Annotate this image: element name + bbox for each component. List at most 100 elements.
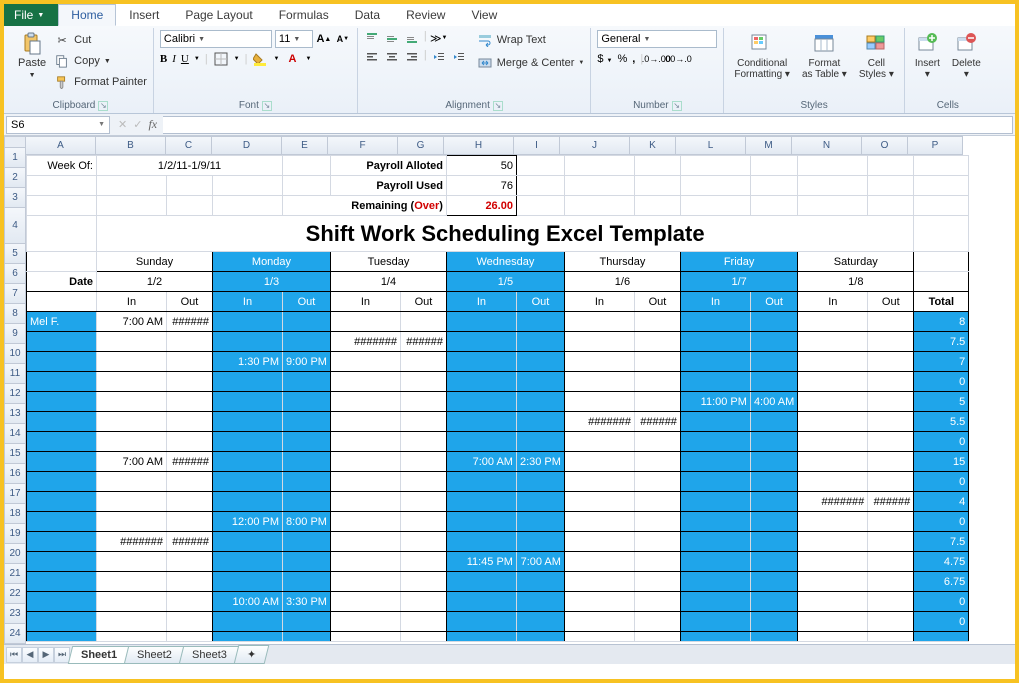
cell[interactable] bbox=[446, 532, 516, 552]
cell[interactable] bbox=[680, 532, 750, 552]
cell[interactable] bbox=[798, 372, 868, 392]
cell[interactable]: ###### bbox=[167, 452, 213, 472]
cell[interactable] bbox=[97, 196, 167, 216]
cell[interactable] bbox=[213, 432, 283, 452]
cell[interactable]: 1/7 bbox=[680, 272, 797, 292]
cell[interactable] bbox=[868, 432, 914, 452]
cell[interactable] bbox=[283, 432, 331, 452]
cell[interactable] bbox=[914, 196, 969, 216]
cell[interactable]: 0 bbox=[914, 472, 969, 492]
cell[interactable]: 7.5 bbox=[914, 532, 969, 552]
cell[interactable] bbox=[283, 156, 331, 176]
cell[interactable] bbox=[750, 412, 797, 432]
cell[interactable] bbox=[680, 492, 750, 512]
tab-formulas[interactable]: Formulas bbox=[266, 4, 342, 26]
cell[interactable]: Payroll Used bbox=[330, 176, 446, 196]
cell[interactable] bbox=[634, 572, 680, 592]
row-header-3[interactable]: 3 bbox=[4, 188, 26, 208]
cell[interactable]: Monday bbox=[213, 252, 331, 272]
cell[interactable] bbox=[400, 372, 446, 392]
cell[interactable] bbox=[634, 552, 680, 572]
cell[interactable] bbox=[564, 532, 634, 552]
cell[interactable] bbox=[750, 632, 797, 642]
cell[interactable]: ###### bbox=[400, 332, 446, 352]
cell[interactable] bbox=[750, 312, 797, 332]
align-top-icon[interactable] bbox=[364, 30, 380, 46]
delete-cells-button[interactable]: Delete▾ bbox=[948, 30, 985, 82]
cell[interactable] bbox=[564, 572, 634, 592]
cell[interactable]: ####### bbox=[97, 532, 167, 552]
cell[interactable]: 1/3 bbox=[213, 272, 331, 292]
cell[interactable] bbox=[97, 352, 167, 372]
cell[interactable]: 0 bbox=[914, 612, 969, 632]
cell[interactable] bbox=[27, 412, 97, 432]
cell[interactable] bbox=[634, 492, 680, 512]
col-header-H[interactable]: H bbox=[444, 136, 514, 155]
cell[interactable] bbox=[798, 572, 868, 592]
row-header-4[interactable]: 4 bbox=[4, 208, 26, 244]
dialog-launcher-icon[interactable]: ↘ bbox=[262, 101, 272, 111]
cell[interactable] bbox=[564, 552, 634, 572]
cell[interactable] bbox=[446, 372, 516, 392]
cell[interactable] bbox=[213, 472, 283, 492]
cell[interactable] bbox=[516, 532, 564, 552]
cell[interactable] bbox=[564, 176, 634, 196]
row-header-8[interactable]: 8 bbox=[4, 304, 26, 324]
cell[interactable] bbox=[868, 176, 914, 196]
format-as-table-button[interactable]: Formatas Table ▾ bbox=[798, 30, 851, 82]
cell[interactable] bbox=[283, 492, 331, 512]
cell[interactable] bbox=[564, 392, 634, 412]
cell[interactable] bbox=[167, 372, 213, 392]
cell[interactable] bbox=[634, 532, 680, 552]
cell[interactable] bbox=[564, 612, 634, 632]
cell[interactable] bbox=[634, 196, 680, 216]
cell[interactable] bbox=[167, 612, 213, 632]
cell[interactable] bbox=[283, 372, 331, 392]
cell[interactable] bbox=[330, 492, 400, 512]
row-header-10[interactable]: 10 bbox=[4, 344, 26, 364]
cell[interactable] bbox=[400, 612, 446, 632]
col-header-K[interactable]: K bbox=[630, 136, 676, 155]
cell[interactable]: In bbox=[564, 292, 634, 312]
col-header-J[interactable]: J bbox=[560, 136, 630, 155]
cell[interactable] bbox=[750, 176, 797, 196]
cell[interactable] bbox=[330, 572, 400, 592]
cell[interactable]: 0 bbox=[914, 432, 969, 452]
tab-insert[interactable]: Insert bbox=[116, 4, 172, 26]
cell[interactable] bbox=[564, 492, 634, 512]
cell[interactable] bbox=[446, 392, 516, 412]
cell[interactable] bbox=[27, 352, 97, 372]
cell[interactable] bbox=[634, 156, 680, 176]
cell[interactable] bbox=[634, 392, 680, 412]
cell[interactable] bbox=[330, 532, 400, 552]
cell[interactable] bbox=[634, 472, 680, 492]
cell[interactable] bbox=[213, 412, 283, 432]
cell[interactable] bbox=[750, 196, 797, 216]
cell[interactable] bbox=[400, 532, 446, 552]
cell[interactable] bbox=[750, 492, 797, 512]
cell[interactable] bbox=[97, 176, 167, 196]
cell[interactable] bbox=[27, 332, 97, 352]
cell[interactable] bbox=[868, 472, 914, 492]
cell[interactable] bbox=[446, 432, 516, 452]
cell[interactable] bbox=[97, 432, 167, 452]
cell[interactable] bbox=[634, 452, 680, 472]
cell[interactable] bbox=[213, 196, 283, 216]
cell[interactable] bbox=[750, 352, 797, 372]
cell[interactable] bbox=[27, 612, 97, 632]
tab-view[interactable]: View bbox=[458, 4, 510, 26]
cell[interactable] bbox=[27, 196, 97, 216]
row-header-18[interactable]: 18 bbox=[4, 504, 26, 524]
formula-input[interactable] bbox=[163, 116, 1013, 134]
cell[interactable] bbox=[798, 392, 868, 412]
cell[interactable] bbox=[868, 412, 914, 432]
cell[interactable]: In bbox=[330, 292, 400, 312]
cell[interactable]: 9:00 PM bbox=[283, 352, 331, 372]
cell[interactable]: 7:00 AM bbox=[516, 552, 564, 572]
tab-nav-next-icon[interactable]: ▶ bbox=[38, 647, 54, 663]
col-header-A[interactable]: A bbox=[26, 136, 96, 155]
cell[interactable] bbox=[750, 372, 797, 392]
cell[interactable] bbox=[446, 572, 516, 592]
cell[interactable]: ####### bbox=[564, 412, 634, 432]
cell[interactable]: Out bbox=[516, 292, 564, 312]
